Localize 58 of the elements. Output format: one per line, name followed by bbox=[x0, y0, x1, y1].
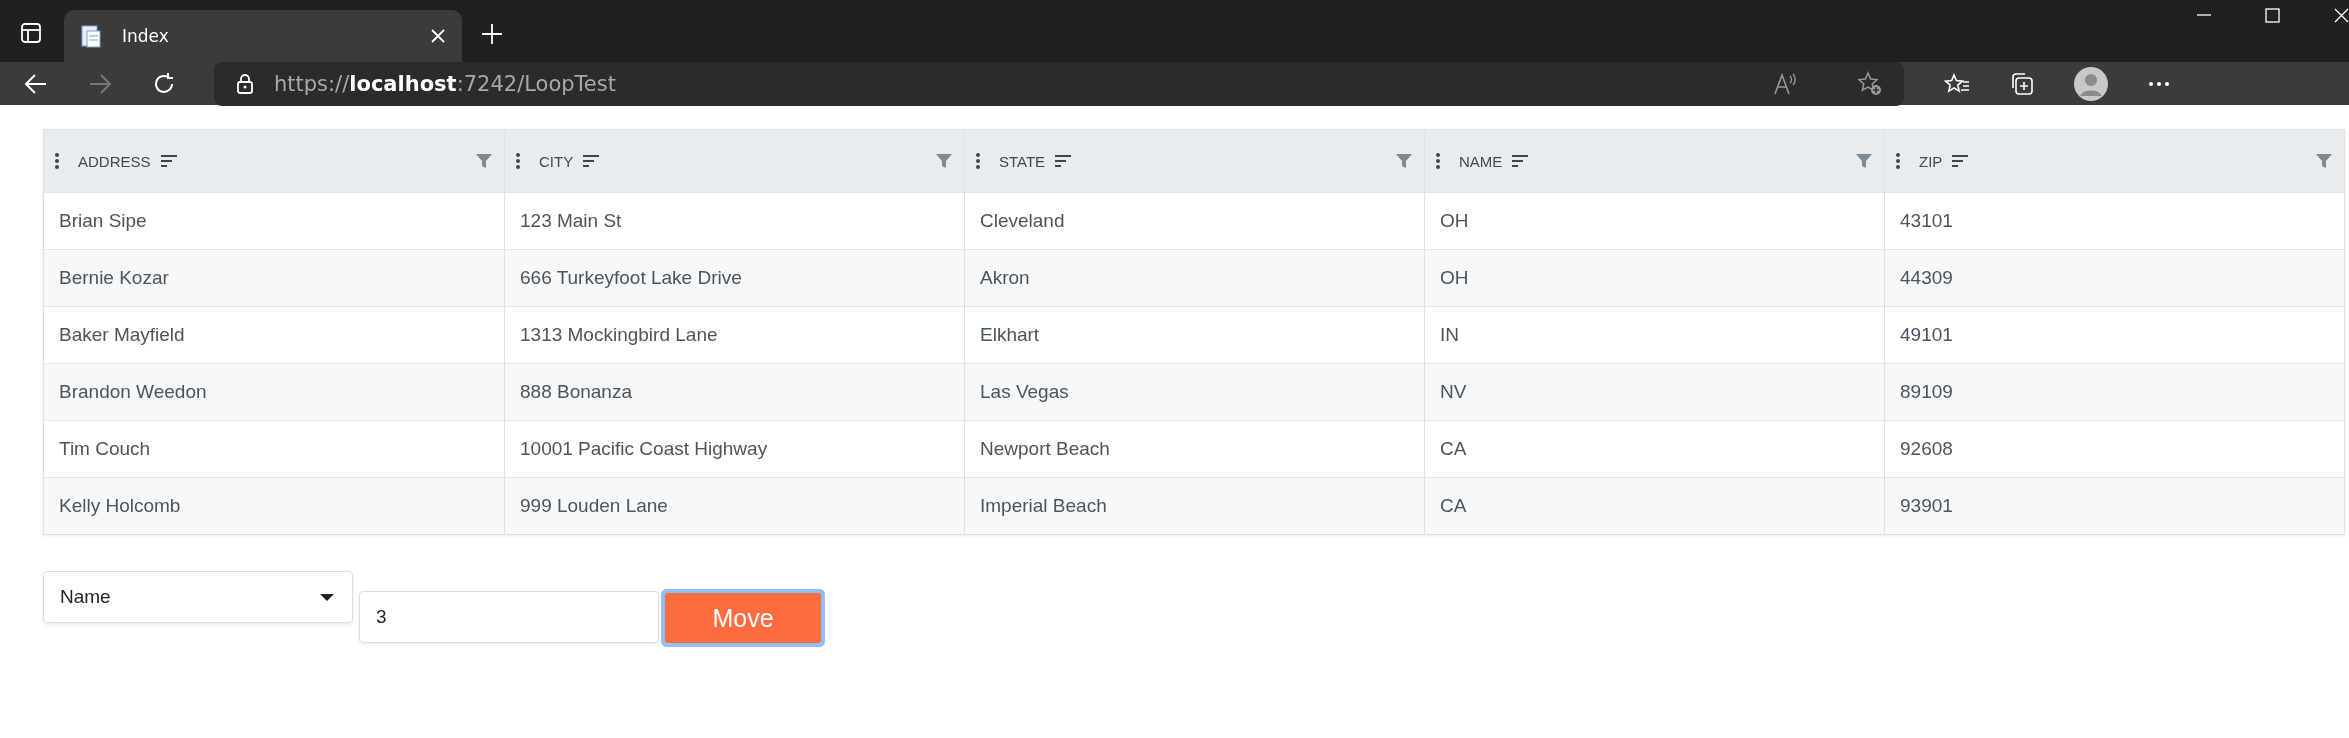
column-header[interactable]: CITY bbox=[504, 130, 964, 192]
filter-icon[interactable] bbox=[936, 154, 952, 168]
forward-icon[interactable] bbox=[88, 71, 112, 96]
url-text: https://localhost:7242/LoopTest bbox=[274, 71, 617, 96]
column-header[interactable]: NAME bbox=[1424, 130, 1884, 192]
table-cell: Kelly Holcomb bbox=[44, 477, 504, 534]
sort-icon[interactable] bbox=[160, 155, 177, 167]
dropdown[interactable]: Name bbox=[43, 571, 353, 623]
table-cell: Brandon Weedon bbox=[44, 363, 504, 420]
read-aloud-icon[interactable] bbox=[1773, 71, 1797, 96]
maximize-icon[interactable] bbox=[2265, 8, 2280, 23]
close-icon[interactable] bbox=[430, 28, 446, 44]
table-cell: 888 Bonanza bbox=[504, 363, 964, 420]
browser-tab[interactable]: Index bbox=[64, 10, 462, 62]
avatar-icon[interactable] bbox=[2074, 66, 2108, 101]
close-icon[interactable] bbox=[2334, 8, 2349, 23]
kebab-menu-icon[interactable] bbox=[1895, 152, 1901, 170]
sidebar-icon[interactable] bbox=[20, 22, 42, 44]
table-cell: Las Vegas bbox=[964, 363, 1424, 420]
table-cell: 666 Turkeyfoot Lake Drive bbox=[504, 249, 964, 306]
kebab-menu-icon[interactable] bbox=[1435, 152, 1441, 170]
tab-title: Index bbox=[122, 26, 170, 46]
kebab-menu-icon[interactable] bbox=[975, 152, 981, 170]
table-cell: OH bbox=[1424, 249, 1884, 306]
table-cell: NV bbox=[1424, 363, 1884, 420]
input-field[interactable]: 3 bbox=[359, 591, 659, 643]
back-icon[interactable] bbox=[24, 71, 48, 96]
lock-icon bbox=[236, 72, 254, 95]
table-cell: Imperial Beach bbox=[964, 477, 1424, 534]
kebab-menu-icon[interactable] bbox=[515, 152, 521, 170]
table-cell: 89109 bbox=[1884, 363, 2344, 420]
column-header[interactable]: ZIP bbox=[1884, 130, 2344, 192]
more-icon[interactable] bbox=[2148, 80, 2170, 87]
sort-icon[interactable] bbox=[1952, 155, 1969, 167]
table-cell: 93901 bbox=[1884, 477, 2344, 534]
sort-icon[interactable] bbox=[583, 155, 600, 167]
kebab-menu-icon[interactable] bbox=[54, 152, 60, 170]
column-header[interactable]: STATE bbox=[964, 130, 1424, 192]
filter-icon[interactable] bbox=[1396, 154, 1412, 168]
sort-icon[interactable] bbox=[1055, 155, 1072, 167]
plus-icon[interactable] bbox=[482, 24, 502, 44]
address-bar[interactable]: https://localhost:7242/LoopTest bbox=[214, 61, 1904, 106]
filter-icon[interactable] bbox=[1856, 154, 1872, 168]
sort-icon[interactable] bbox=[1512, 155, 1529, 167]
favorite-add-icon[interactable] bbox=[1857, 71, 1882, 96]
filter-icon[interactable] bbox=[2316, 154, 2332, 168]
table-cell: Bernie Kozar bbox=[44, 249, 504, 306]
table-cell: 44309 bbox=[1884, 249, 2344, 306]
column-header[interactable]: ADDRESS bbox=[44, 130, 504, 192]
collections-icon[interactable] bbox=[2010, 71, 2034, 96]
favorites-icon[interactable] bbox=[1944, 72, 1970, 95]
page-icon bbox=[80, 24, 102, 48]
filter-icon[interactable] bbox=[476, 154, 492, 168]
table-cell: CA bbox=[1424, 477, 1884, 534]
table-cell: Akron bbox=[964, 249, 1424, 306]
caret-down-icon bbox=[320, 593, 334, 601]
table-cell: 999 Louden Lane bbox=[504, 477, 964, 534]
refresh-icon[interactable] bbox=[152, 71, 176, 96]
